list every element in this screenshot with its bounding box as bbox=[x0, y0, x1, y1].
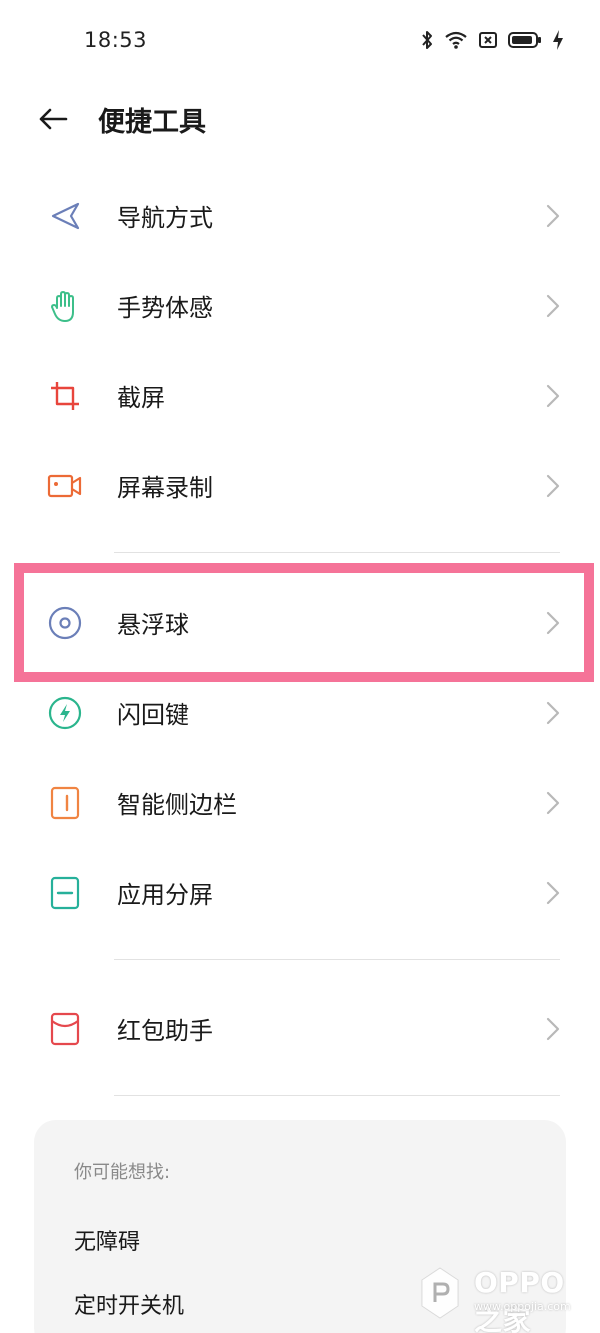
suggestions-title: 你可能想找: bbox=[74, 1162, 171, 1183]
suggestion-link-accessibility[interactable]: 无障碍 bbox=[74, 1224, 140, 1256]
list-item-split-screen[interactable]: 应用分屏 bbox=[0, 847, 600, 937]
chevron-right-icon bbox=[546, 881, 560, 905]
divider bbox=[114, 1095, 560, 1096]
chevron-right-icon bbox=[546, 384, 560, 408]
list-item-smart-sidebar[interactable]: 智能侧边栏 bbox=[0, 757, 600, 847]
list-item-screenshot[interactable]: 截屏 bbox=[0, 350, 600, 440]
list-item-flashback-key[interactable]: 闪回键 bbox=[0, 667, 600, 757]
chevron-right-icon bbox=[546, 611, 560, 635]
list-item-label: 悬浮球 bbox=[117, 611, 189, 639]
chevron-right-icon bbox=[546, 791, 560, 815]
charging-icon bbox=[553, 30, 563, 50]
page-title: 便捷工具 bbox=[98, 107, 206, 138]
bluetooth-icon bbox=[422, 31, 432, 49]
status-bar: 18:53 bbox=[0, 0, 600, 80]
floating-ball-icon bbox=[44, 604, 86, 642]
watermark: OPPO之家 www.oppojia.com bbox=[418, 1262, 588, 1333]
hand-gesture-icon bbox=[44, 287, 86, 325]
chevron-right-icon bbox=[546, 294, 560, 318]
list-item-label: 红包助手 bbox=[117, 1017, 213, 1045]
suggestion-link-scheduled-power[interactable]: 定时开关机 bbox=[74, 1288, 184, 1320]
wifi-icon bbox=[445, 31, 467, 49]
watermark-logo-icon bbox=[421, 1267, 459, 1319]
flash-icon bbox=[44, 694, 86, 732]
app-header: 便捷工具 bbox=[0, 86, 600, 152]
list-item-label: 闪回键 bbox=[117, 701, 189, 729]
crop-icon bbox=[44, 377, 86, 415]
envelope-icon bbox=[44, 1010, 86, 1048]
sidebar-icon bbox=[44, 784, 86, 822]
status-time: 18:53 bbox=[84, 28, 148, 52]
chevron-right-icon bbox=[546, 701, 560, 725]
list-item-label: 手势体感 bbox=[117, 294, 213, 322]
video-camera-icon bbox=[44, 467, 86, 505]
divider bbox=[114, 552, 560, 553]
list-item-gestures[interactable]: 手势体感 bbox=[0, 260, 600, 350]
chevron-right-icon bbox=[546, 1017, 560, 1041]
back-arrow-icon bbox=[39, 108, 68, 130]
list-item-label: 截屏 bbox=[117, 384, 165, 412]
chevron-right-icon bbox=[546, 474, 560, 498]
divider bbox=[114, 959, 560, 960]
list-item-screen-recording[interactable]: 屏幕录制 bbox=[0, 440, 600, 530]
navigation-arrow-icon bbox=[44, 197, 86, 235]
sim-off-icon bbox=[479, 32, 497, 48]
split-screen-icon bbox=[44, 874, 86, 912]
list-item-label: 智能侧边栏 bbox=[117, 791, 237, 819]
status-icons bbox=[420, 28, 564, 52]
chevron-right-icon bbox=[546, 204, 560, 228]
list-item-label: 屏幕录制 bbox=[117, 474, 213, 502]
list-item-navigation-mode[interactable]: 导航方式 bbox=[0, 170, 600, 260]
battery-icon bbox=[508, 32, 541, 48]
watermark-url: www.oppojia.com bbox=[474, 1300, 571, 1313]
list-item-label: 导航方式 bbox=[117, 204, 213, 232]
back-button[interactable] bbox=[32, 99, 74, 139]
list-item-label: 应用分屏 bbox=[117, 881, 213, 909]
list-item-floating-ball[interactable]: 悬浮球 bbox=[0, 577, 600, 667]
list-item-red-packet-helper[interactable]: 红包助手 bbox=[0, 983, 600, 1073]
